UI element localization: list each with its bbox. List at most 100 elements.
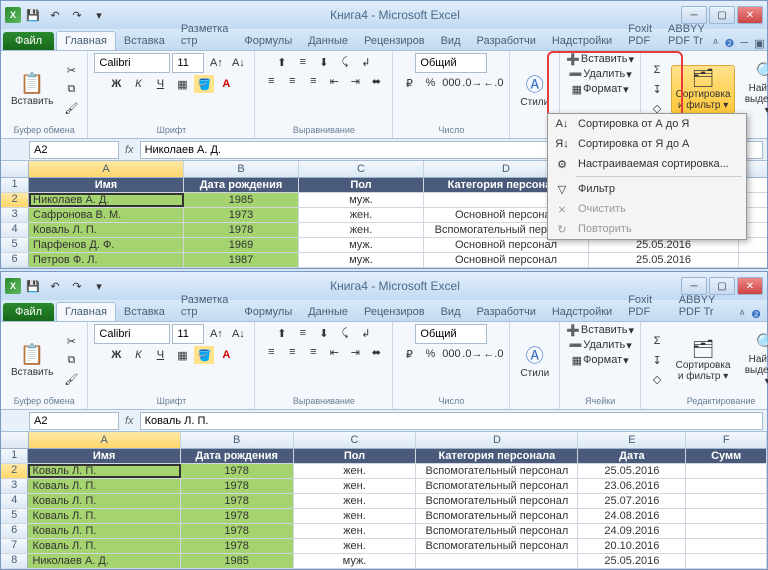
cell[interactable]: 1978: [181, 479, 294, 493]
find-select-button[interactable]: 🔍 Найти ивыделить ▾: [739, 331, 768, 389]
fx-icon[interactable]: fx: [125, 415, 134, 427]
row-header-7[interactable]: 7: [1, 539, 28, 553]
tab-abbyy[interactable]: ABBYY PDF Tr: [660, 20, 713, 50]
font-color-button[interactable]: A: [216, 346, 236, 364]
align-center-button[interactable]: ≡: [282, 343, 302, 361]
format-painter-button[interactable]: 🖌: [61, 370, 81, 388]
row-header-1[interactable]: 1: [1, 178, 29, 192]
close-button[interactable]: ✕: [737, 277, 763, 295]
cell[interactable]: 24.09.2016: [578, 524, 686, 538]
header-cell[interactable]: Пол: [299, 178, 424, 192]
tab-home[interactable]: Главная: [56, 302, 116, 321]
delete-cells-button[interactable]: ➖Удалить ▾: [569, 339, 632, 352]
tab-addins[interactable]: Надстройки: [544, 32, 620, 50]
cell[interactable]: Коваль Л. П.: [29, 223, 184, 237]
cell[interactable]: [686, 494, 767, 508]
header-cell[interactable]: Категория персонала: [416, 449, 578, 463]
header-cell[interactable]: Пол: [294, 449, 417, 463]
tab-addins[interactable]: Надстройки: [544, 303, 620, 321]
row-header-3[interactable]: 3: [1, 479, 28, 493]
undo-button[interactable]: ↶: [45, 276, 65, 296]
shrink-font-button[interactable]: A↓: [228, 325, 248, 343]
tab-foxit[interactable]: Foxit PDF: [620, 291, 670, 321]
col-header-F[interactable]: F: [686, 432, 767, 448]
row-header-6[interactable]: 6: [1, 524, 28, 538]
cell[interactable]: 1978: [181, 509, 294, 523]
menu-filter[interactable]: ▽ Фильтр: [548, 179, 746, 199]
cell[interactable]: [686, 479, 767, 493]
align-middle-button[interactable]: ≡: [293, 53, 313, 71]
col-header-B[interactable]: B: [184, 161, 299, 177]
align-middle-button[interactable]: ≡: [293, 324, 313, 342]
wrap-text-button[interactable]: ↲: [356, 53, 376, 71]
grow-font-button[interactable]: A↑: [206, 325, 226, 343]
cell[interactable]: Вспомогательный персонал: [416, 464, 578, 478]
cell[interactable]: 1973: [184, 208, 299, 222]
tab-file[interactable]: Файл: [3, 303, 54, 321]
styles-button[interactable]: Ⓐ Стили: [516, 69, 553, 110]
fill-button[interactable]: ↧: [647, 80, 667, 98]
autosum-button[interactable]: Σ: [647, 61, 667, 79]
menu-sort-za[interactable]: Я↓ Сортировка от Я до А: [548, 134, 746, 154]
cell[interactable]: 20.10.2016: [578, 539, 686, 553]
font-color-button[interactable]: A: [216, 75, 236, 93]
row-header-5[interactable]: 5: [1, 238, 29, 252]
save-button[interactable]: 💾: [23, 276, 43, 296]
tab-review[interactable]: Рецензиров: [356, 32, 433, 50]
align-top-button[interactable]: ⬆: [272, 324, 292, 342]
header-cell[interactable]: Имя: [28, 449, 180, 463]
header-cell[interactable]: Дата рождения: [184, 178, 299, 192]
close-button[interactable]: ✕: [737, 6, 763, 24]
font-size-select[interactable]: [172, 53, 204, 73]
cell[interactable]: 25.07.2016: [578, 494, 686, 508]
format-cells-button[interactable]: ▦Формат ▾: [572, 83, 629, 96]
cell[interactable]: Вспомогательный персонал: [416, 524, 578, 538]
italic-button[interactable]: К: [128, 346, 148, 364]
number-format-select[interactable]: [415, 324, 487, 344]
cell[interactable]: муж.: [299, 253, 424, 267]
tab-data[interactable]: Данные: [300, 32, 356, 50]
tab-abbyy[interactable]: ABBYY PDF Tr: [671, 291, 739, 321]
cell[interactable]: жен.: [294, 524, 417, 538]
qat-dropdown[interactable]: ▾: [89, 276, 109, 296]
wrap-text-button[interactable]: ↲: [356, 324, 376, 342]
cell[interactable]: Коваль Л. П.: [28, 509, 180, 523]
decrease-indent-button[interactable]: ⇤: [324, 72, 344, 90]
cell[interactable]: жен.: [294, 479, 417, 493]
tab-view[interactable]: Вид: [433, 303, 469, 321]
currency-button[interactable]: ₽: [399, 345, 419, 363]
format-painter-button[interactable]: 🖌: [61, 99, 81, 117]
maximize-button[interactable]: ▢: [709, 6, 735, 24]
cell[interactable]: [686, 524, 767, 538]
align-right-button[interactable]: ≡: [303, 343, 323, 361]
cell[interactable]: жен.: [294, 464, 417, 478]
tab-formulas[interactable]: Формулы: [236, 303, 300, 321]
doc-restore-icon[interactable]: ▣: [754, 37, 764, 50]
comma-button[interactable]: 000: [441, 74, 461, 92]
col-header-A[interactable]: A: [29, 432, 181, 448]
decrease-indent-button[interactable]: ⇤: [324, 343, 344, 361]
merge-button[interactable]: ⬌: [366, 72, 386, 90]
increase-decimal-button[interactable]: .0→: [462, 345, 482, 363]
tab-data[interactable]: Данные: [300, 303, 356, 321]
cell[interactable]: [686, 539, 767, 553]
name-box[interactable]: [29, 141, 119, 159]
border-button[interactable]: ▦: [172, 75, 192, 93]
save-button[interactable]: 💾: [23, 5, 43, 25]
fill-button[interactable]: ↧: [647, 351, 667, 369]
tab-home[interactable]: Главная: [56, 31, 116, 50]
font-size-select[interactable]: [172, 324, 204, 344]
align-center-button[interactable]: ≡: [282, 72, 302, 90]
cell[interactable]: 23.06.2016: [578, 479, 686, 493]
header-cell[interactable]: Сумм: [686, 449, 767, 463]
align-left-button[interactable]: ≡: [261, 72, 281, 90]
tab-developer[interactable]: Разработчи: [469, 303, 544, 321]
cell[interactable]: 25.05.2016: [589, 253, 739, 267]
cell[interactable]: Основной персонал: [424, 238, 589, 252]
fill-color-button[interactable]: 🪣: [194, 75, 214, 93]
row-header-2[interactable]: 2: [1, 193, 29, 207]
cell[interactable]: Вспомогательный персонал: [416, 539, 578, 553]
spreadsheet-grid[interactable]: ABCDEF1ИмяДата рожденияПолКатегория перс…: [1, 432, 767, 569]
cell[interactable]: Вспомогательный персонал: [416, 479, 578, 493]
clear-button[interactable]: ◇: [647, 370, 667, 388]
